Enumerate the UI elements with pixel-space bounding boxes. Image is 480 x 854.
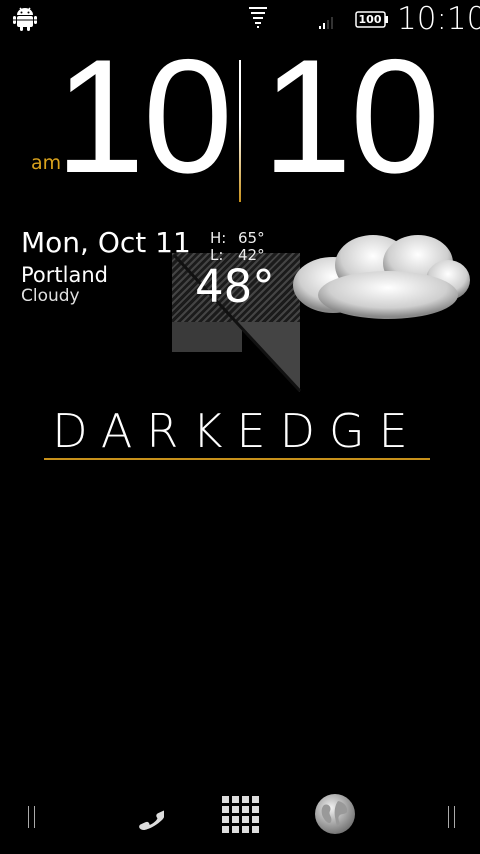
clock-hours: 10 [54,26,233,207]
date-label: Mon, Oct 11 [21,226,191,259]
globe-icon[interactable] [314,793,356,835]
high-value: 65° [238,229,265,247]
city-label: Portland [21,263,108,287]
phone-icon[interactable] [122,793,164,835]
apps-grid-icon[interactable] [221,795,261,835]
current-temperature: 48° [195,260,275,313]
brand-underline [44,458,430,460]
dock-right-handle[interactable] [448,806,455,828]
clock-divider [239,60,241,202]
condition-label: Cloudy [21,286,80,306]
dock [0,780,480,854]
high-low-temps: H: 65° L: 42° [210,230,265,264]
high-label: H: [210,229,227,247]
brand-title: DARKEDGE [52,404,422,458]
cloud-icon [293,235,470,319]
android-icon [13,7,37,31]
dock-left-handle[interactable] [28,806,35,828]
clock-minutes: 10 [262,26,440,207]
